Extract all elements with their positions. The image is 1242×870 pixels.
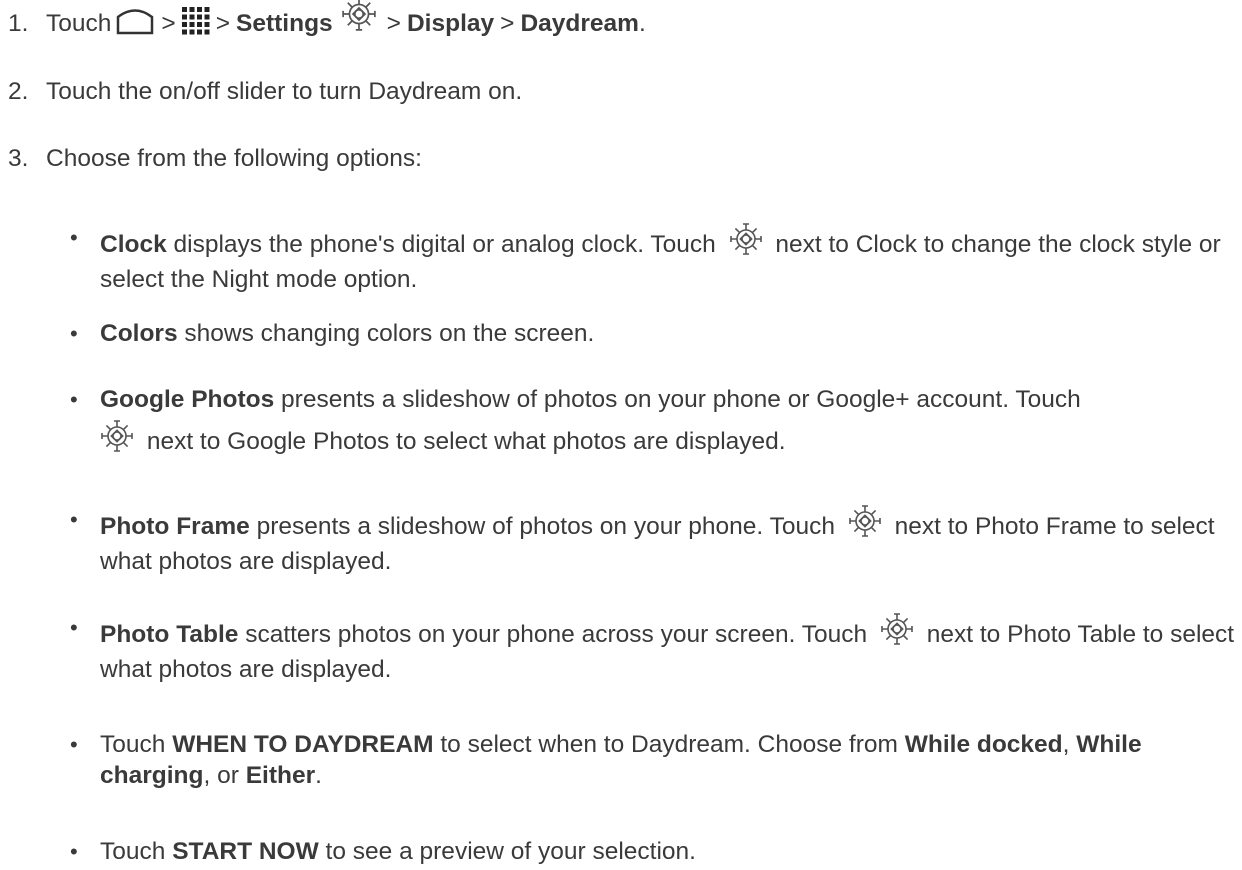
option-text: , or [203, 762, 239, 789]
step-number: 3. [8, 145, 29, 172]
gear-icon [100, 419, 134, 465]
step-2: 2. Touch the on/off slider to turn Daydr… [8, 72, 522, 112]
step-number: 2. [8, 78, 29, 105]
option-start-now: • Touch START NOW to see a preview of yo… [70, 836, 1240, 867]
option-clock: • Clock displays the phone's digital or … [70, 222, 1240, 295]
option-title: Google Photos [100, 386, 275, 413]
separator: > [161, 10, 176, 37]
option-title: WHEN TO DAYDREAM [172, 731, 434, 758]
separator: > [500, 10, 515, 37]
step-text: Touch [46, 10, 112, 37]
gear-icon [880, 612, 914, 654]
option-text: , [1062, 731, 1070, 758]
option-title: Photo Frame [100, 513, 250, 540]
option-choice: Either [245, 762, 316, 789]
option-text: shows changing colors on the screen. [184, 320, 595, 347]
bullet: • [70, 321, 78, 346]
bullet: • [70, 839, 78, 864]
daydream-label: Daydream [520, 10, 639, 37]
settings-label: Settings [236, 10, 333, 37]
option-title: START NOW [172, 838, 319, 865]
option-choice: While docked [904, 731, 1063, 758]
gear-icon [729, 222, 763, 264]
step-1: 1. Touch > > Settings > Display > Daydre… [8, 0, 646, 44]
option-text: presents a slideshow of photos on your p… [281, 386, 1081, 413]
option-text: to select when to Daydream. Choose from [440, 731, 898, 758]
option-title: Photo Table [100, 621, 239, 648]
step-3: 3. Choose from the following options: [8, 139, 422, 179]
display-label: Display [406, 10, 495, 37]
step-text: Choose from the following options: [46, 145, 422, 172]
bullet: • [70, 225, 78, 250]
step-number: 1. [8, 10, 29, 37]
bullet: • [70, 732, 78, 757]
separator: > [386, 10, 401, 37]
step-text: Touch the on/off slider to turn Daydream… [46, 78, 523, 105]
gear-icon [848, 504, 882, 546]
home-icon [115, 6, 155, 43]
option-text: to see a preview of your selection. [325, 838, 696, 865]
option-colors: • Colors shows changing colors on the sc… [70, 318, 1240, 349]
option-photo-table: • Photo Table scatters photos on your ph… [70, 612, 1240, 685]
bullet: • [70, 615, 78, 640]
option-text: Touch [100, 838, 166, 865]
settings-icon [341, 0, 377, 39]
option-title: Clock [100, 231, 167, 258]
option-text: . [315, 762, 322, 789]
option-text: next to Google Photos to select what pho… [146, 428, 786, 455]
option-text: scatters photos on your phone across you… [245, 621, 868, 648]
bullet: • [70, 387, 78, 412]
option-title: Colors [100, 320, 178, 347]
option-text: presents a slideshow of photos on your p… [256, 513, 835, 540]
option-photo-frame: • Photo Frame presents a slideshow of ph… [70, 504, 1240, 577]
option-text: Touch [100, 731, 166, 758]
bullet: • [70, 507, 78, 532]
separator: > [215, 10, 231, 37]
apps-icon [181, 6, 210, 42]
option-text: displays the phone's digital or analog c… [173, 231, 716, 258]
option-when-to-daydream: • Touch WHEN TO DAYDREAM to select when … [70, 729, 1240, 791]
period: . [638, 10, 646, 37]
option-google-photos: • Google Photos presents a slideshow of … [70, 381, 1240, 465]
